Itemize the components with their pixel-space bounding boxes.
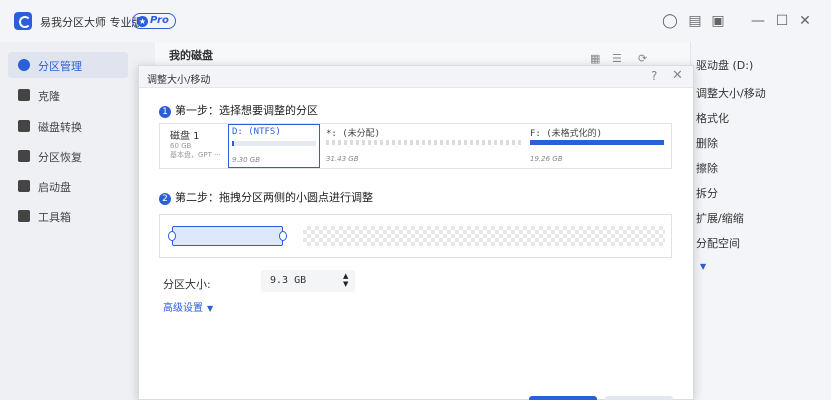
partition-label: *: (未分配) — [326, 129, 381, 139]
maximize-button[interactable]: ☐ — [774, 13, 790, 29]
help-icon[interactable]: ? — [651, 69, 657, 83]
partition-unallocated[interactable]: *: (未分配) 31.43 GB — [323, 124, 523, 168]
disk-size: 60 GB — [170, 142, 192, 150]
sidebar-item-partition-manage[interactable]: 分区管理 — [8, 52, 128, 78]
advanced-settings-link[interactable]: 高级设置 ▼ — [163, 299, 213, 314]
page-title: 我的磁盘 — [169, 49, 213, 62]
op-resize-move[interactable]: 调整大小/移动 — [696, 85, 766, 101]
refresh-icon[interactable]: ⟳ — [638, 52, 647, 65]
sidebar-item-toolbox[interactable]: 工具箱 — [8, 203, 128, 229]
sidebar-item-recovery[interactable]: 分区恢复 — [8, 143, 128, 169]
disk-info: 磁盘 1 60 GB 基本盘，GPT ··· — [170, 127, 221, 160]
partition-usage-bar — [326, 140, 522, 145]
partition-size-label: 分区大小: — [163, 278, 211, 291]
op-allocate-space[interactable]: 分配空间 — [696, 235, 740, 251]
partition-usage-bar — [530, 140, 664, 145]
cancel-button[interactable] — [605, 396, 673, 400]
menu-icon[interactable]: ▣ — [710, 13, 726, 29]
dialog-close-icon[interactable]: ✕ — [672, 68, 683, 83]
partition-size: 19.26 GB — [530, 155, 563, 163]
size-stepper-icon[interactable]: ▲ ▼ — [343, 272, 348, 288]
disk-convert-icon — [18, 120, 30, 132]
op-delete[interactable]: 删除 — [696, 135, 718, 151]
step-number-badge: 2 — [159, 193, 171, 205]
op-split[interactable]: 拆分 — [696, 185, 718, 201]
resize-move-dialog: 调整大小/移动 ? ✕ 1 第一步：选择想要调整的分区 磁盘 1 60 GB 基本… — [138, 65, 694, 400]
step-two-label: 第二步：拖拽分区两侧的小圆点进行调整 — [175, 191, 373, 204]
op-extend-shrink[interactable]: 扩展/缩缩 — [696, 210, 744, 226]
sidebar-item-bootable[interactable]: 启动盘 — [8, 173, 128, 199]
left-resize-handle[interactable] — [168, 231, 176, 241]
sidebar-item-label: 分区恢复 — [38, 151, 82, 164]
partition-size-value: 9.3 GB — [270, 275, 307, 286]
op-wipe[interactable]: 擦除 — [696, 160, 718, 176]
disk-name: 磁盘 1 — [170, 131, 200, 142]
partition-usage-fill — [232, 141, 234, 146]
sidebar-item-label: 磁盘转换 — [38, 121, 82, 134]
op-drive-label: 驱动盘 (D:) — [696, 59, 754, 72]
bootable-icon — [18, 180, 30, 192]
toolbox-icon — [18, 210, 30, 222]
star-icon: ★ — [137, 16, 148, 27]
partition-block[interactable] — [172, 226, 283, 246]
partition-label: F: (未格式化的) — [530, 129, 603, 139]
app-title: 易我分区大师 专业版 — [40, 16, 143, 29]
sidebar-item-label: 启动盘 — [38, 181, 71, 194]
step-one-label: 第一步：选择想要调整的分区 — [175, 104, 318, 117]
partition-size: 9.30 GB — [232, 156, 261, 164]
step-one: 1 第一步：选择想要调整的分区 — [159, 102, 318, 118]
partition-size: 31.43 GB — [326, 155, 359, 163]
title-bar: 易我分区大师 专业版 ★ Pro ◯ ▤ ▣ — ☐ ✕ — [0, 0, 831, 42]
feedback-icon[interactable]: ▤ — [687, 13, 703, 29]
dialog-header: 调整大小/移动 ? ✕ — [139, 66, 693, 88]
partition-label: D: (NTFS) — [232, 127, 281, 137]
partition-icon — [18, 59, 30, 71]
partition-usage-fill — [530, 140, 664, 145]
op-format[interactable]: 格式化 — [696, 110, 729, 126]
partition-d[interactable]: D: (NTFS) 9.30 GB — [228, 124, 320, 168]
confirm-button[interactable] — [529, 396, 597, 400]
pro-badge-label: Pro — [150, 15, 169, 26]
partition-f[interactable]: F: (未格式化的) 19.26 GB — [527, 124, 667, 168]
sidebar: 分区管理 克隆 磁盘转换 分区恢复 启动盘 工具箱 — [0, 42, 132, 400]
grid-view-icon[interactable]: ▦ — [590, 52, 600, 65]
resize-slider-box — [159, 214, 672, 258]
step-number-badge: 1 — [159, 106, 171, 118]
partition-size-input[interactable]: 9.3 GB ▲ ▼ — [261, 270, 355, 292]
sidebar-item-label: 克隆 — [38, 90, 60, 103]
dialog-title: 调整大小/移动 — [147, 75, 211, 86]
chevron-down-icon: ▼ — [207, 304, 214, 313]
recovery-icon — [18, 150, 30, 162]
more-ops-chevron-icon[interactable]: ▼ — [700, 262, 706, 271]
disk-type: 基本盘，GPT ··· — [170, 151, 221, 159]
list-view-icon[interactable]: ☰ — [612, 52, 622, 65]
advanced-settings-label: 高级设置 — [163, 303, 203, 314]
step-two: 2 第二步：拖拽分区两侧的小圆点进行调整 — [159, 189, 373, 205]
close-button[interactable]: ✕ — [797, 13, 813, 29]
sidebar-item-label: 分区管理 — [38, 60, 82, 73]
clone-icon — [18, 89, 30, 101]
sidebar-item-clone[interactable]: 克隆 — [8, 82, 128, 108]
pro-badge[interactable]: ★ Pro — [132, 13, 176, 29]
partition-usage-bar — [232, 141, 316, 146]
disk-map: 磁盘 1 60 GB 基本盘，GPT ··· D: (NTFS) 9.30 GB… — [159, 123, 672, 169]
right-resize-handle[interactable] — [279, 231, 287, 241]
lightbulb-icon[interactable]: ◯ — [662, 13, 678, 29]
sidebar-item-disk-convert[interactable]: 磁盘转换 — [8, 113, 128, 139]
sidebar-item-label: 工具箱 — [38, 211, 71, 224]
app-logo-icon — [14, 12, 32, 30]
minimize-button[interactable]: — — [750, 13, 766, 29]
unallocated-space-area — [303, 226, 665, 246]
